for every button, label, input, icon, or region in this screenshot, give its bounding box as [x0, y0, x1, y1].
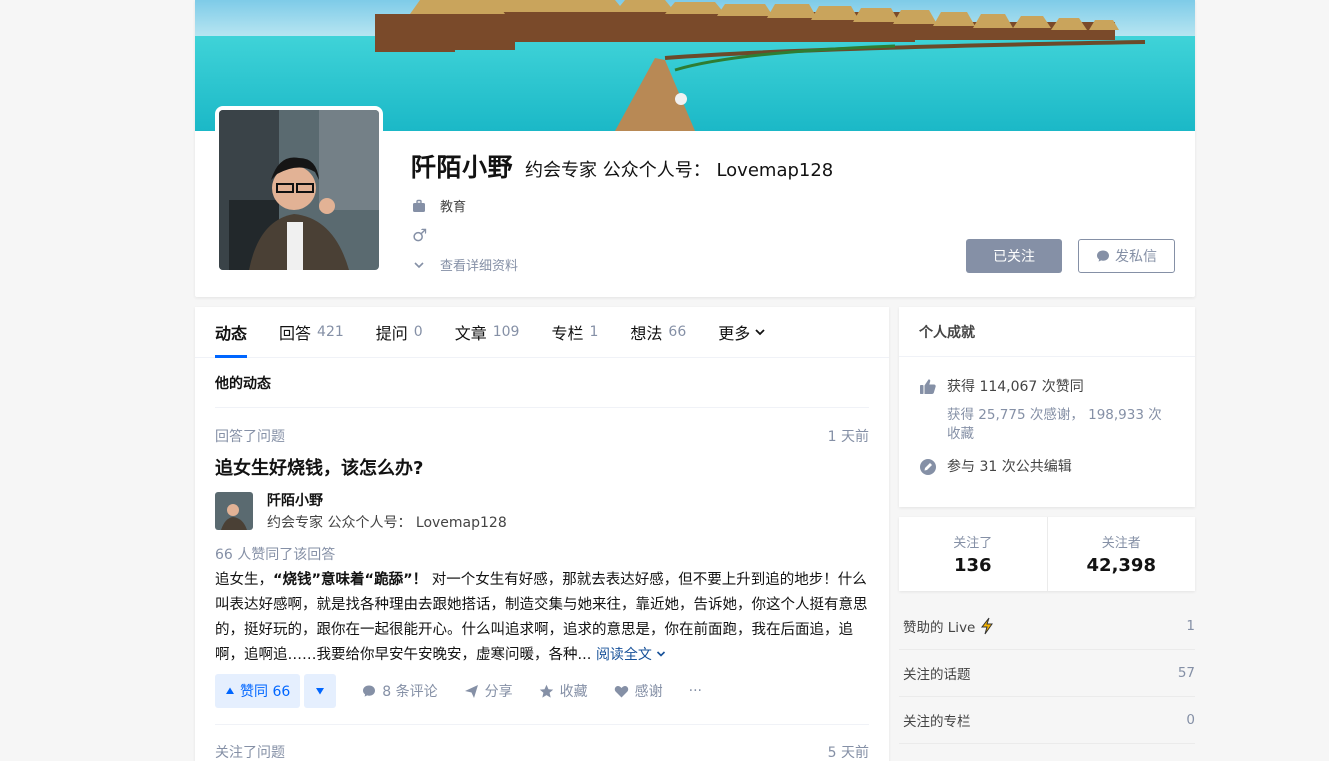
- tab-articles[interactable]: 文章 109: [455, 307, 520, 357]
- author-name[interactable]: 阡陌小野: [267, 490, 507, 510]
- likes-stat: 获得 114,067 次赞同: [899, 376, 1195, 396]
- thanks-collect-stat: 获得 25,775 次感谢， 198,933 次收藏: [947, 407, 1162, 442]
- avatar[interactable]: [215, 106, 383, 274]
- more-dots-icon: ···: [688, 683, 702, 699]
- triangle-up-icon: [226, 687, 234, 694]
- chat-bubble-icon: [1097, 250, 1109, 262]
- downvote-button[interactable]: [304, 674, 337, 708]
- triangle-down-icon: [316, 688, 325, 695]
- tab-pins[interactable]: 想法 66: [630, 307, 686, 357]
- sponsored-live-link[interactable]: 赞助的 Live 1: [899, 603, 1195, 650]
- feed-item: 关注了问题 5 天前: [215, 725, 869, 761]
- read-more-link[interactable]: 阅读全文: [596, 647, 666, 663]
- industry-row: 教育: [412, 196, 466, 215]
- section-title: 他的动态: [215, 358, 869, 408]
- achievements-title: 个人成就: [899, 307, 1195, 357]
- voters-text[interactable]: 66 人赞同了该回答: [215, 544, 869, 564]
- profile-tabs: 动态 回答 421 提问 0 文章 109 专栏 1 想法 66 更多: [195, 307, 889, 358]
- comment-icon: [363, 685, 376, 697]
- answer-excerpt[interactable]: 追女生，“烧钱”意味着“跪舔”！ 对一个女生有好感，那就去表达好感，但不要上升到…: [215, 568, 869, 668]
- star-icon: [539, 684, 553, 698]
- collect-button[interactable]: 收藏: [539, 681, 588, 701]
- author-info: 阡陌小野 约会专家 公众个人号： Lovemap128: [215, 490, 869, 532]
- profile-header: 阡陌小野 约会专家 公众个人号： Lovemap128 教育 ♂ 查看详细资料 …: [195, 0, 1195, 297]
- detail-link[interactable]: 查看详细资料: [412, 255, 518, 274]
- author-headline: 约会专家 公众个人号： Lovemap128: [267, 515, 507, 531]
- chevron-down-icon: [414, 261, 424, 268]
- industry-text: 教育: [440, 200, 467, 215]
- achievements-card: 个人成就 获得 114,067 次赞同 获得 25,775 次感谢， 198,9…: [899, 307, 1195, 507]
- heart-icon: [614, 685, 628, 697]
- followers-stat[interactable]: 关注者 42,398: [1046, 517, 1196, 591]
- feed-time: 1 天前: [827, 429, 869, 445]
- lightning-icon: [981, 617, 994, 635]
- tab-activities[interactable]: 动态: [215, 307, 248, 358]
- male-icon: ♂: [412, 226, 428, 246]
- share-button[interactable]: 分享: [464, 681, 513, 701]
- more-options-button[interactable]: ···: [689, 683, 702, 699]
- followed-topics-link[interactable]: 关注的话题 57: [899, 650, 1195, 697]
- question-title[interactable]: 追女生好烧钱，该怎么办?: [215, 454, 869, 480]
- followed-columns-link[interactable]: 关注的专栏 0: [899, 697, 1195, 744]
- side-links: 赞助的 Live 1 关注的话题 57 关注的专栏 0: [899, 603, 1195, 744]
- tab-questions[interactable]: 提问 0: [376, 307, 423, 357]
- tab-columns[interactable]: 专栏 1: [551, 307, 598, 357]
- following-stat[interactable]: 关注了 136: [899, 517, 1047, 591]
- feed-action: 回答了问题: [215, 429, 285, 445]
- thanks-button[interactable]: 感谢: [614, 681, 663, 701]
- chevron-down-icon: [755, 329, 765, 336]
- gender-row: ♂: [412, 226, 427, 246]
- author-avatar[interactable]: [215, 492, 253, 530]
- upvote-button[interactable]: 赞同 66: [215, 674, 301, 708]
- edit-icon: [920, 459, 936, 475]
- send-message-button[interactable]: 发私信: [1078, 239, 1175, 273]
- answer-actions: 赞同 66 8 条评论 分享 收藏 感谢 ···: [215, 674, 869, 708]
- profile-main: 动态 回答 421 提问 0 文章 109 专栏 1 想法 66 更多 他的动态 回答了问…: [195, 307, 889, 761]
- feed-item: 回答了问题 1 天前 追女生好烧钱，该怎么办? 阡陌小野 约会专家 公众个人号：…: [215, 408, 869, 725]
- feed-action: 关注了问题: [215, 745, 285, 761]
- tab-more[interactable]: 更多: [718, 307, 766, 357]
- edits-stat: 参与 31 次公共编辑: [899, 456, 1195, 476]
- tab-answers[interactable]: 回答 421: [279, 307, 344, 357]
- chevron-down-icon: [657, 651, 666, 657]
- followed-button[interactable]: 已关注: [966, 239, 1062, 273]
- comment-button[interactable]: 8 条评论: [362, 681, 438, 701]
- profile-name: 阡陌小野: [411, 153, 514, 182]
- thumbs-up-icon: [920, 379, 936, 394]
- briefcase-icon: [413, 199, 425, 212]
- profile-headline: 约会专家 公众个人号： Lovemap128: [525, 160, 834, 181]
- share-icon: [464, 684, 478, 698]
- follow-stats: 关注了 136 关注者 42,398: [899, 517, 1195, 591]
- send-message-label: 发私信: [1115, 249, 1157, 265]
- feed-time: 5 天前: [827, 745, 869, 761]
- detail-link-text: 查看详细资料: [440, 259, 519, 274]
